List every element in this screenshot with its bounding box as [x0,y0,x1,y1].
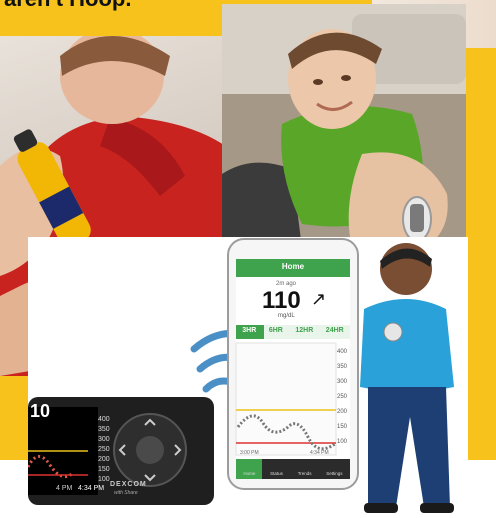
phone-range-tabs: 3HR 6HR 12HR 24HR [236,327,350,334]
phone-axis-tick: 300 [337,379,348,385]
phone-axis-tick: 250 [337,394,348,400]
receiver-axis-tick: 350 [98,426,110,433]
receiver-brand: DEXCOM [110,481,147,488]
receiver-axis-tick: 200 [98,456,110,463]
receiver-brand-sub: with Share [114,490,138,496]
nav-status[interactable]: Status [270,471,283,476]
tab-3hr[interactable]: 3HR [242,327,256,334]
phone-axis: 400 350 300 250 200 150 100 [337,345,347,450]
tab-6hr[interactable]: 6HR [269,327,283,334]
receiver-axis: 400 350 300 250 200 150 100 [98,415,110,485]
receiver-axis-tick: 150 [98,466,110,473]
child-figure [360,243,454,513]
phone-axis-tick: 200 [337,409,348,415]
dexcom-product-panel: 10 400 350 300 250 200 150 100 4 PM 4:34… [26,237,468,513]
phone-time-start: 3:00 PM [240,450,259,456]
phone-axis-tick: 400 [337,349,348,355]
phone-time-end: 4:34 PM [310,450,329,456]
receiver-axis-tick: 100 [98,476,110,483]
receiver-axis-tick: 250 [98,446,110,453]
trend-arrow-icon: ↗ [311,289,327,309]
nav-trends[interactable]: Trends [298,471,312,476]
phone-axis-tick: 350 [337,364,348,370]
phone-glucose-unit: mg/dL [278,313,295,319]
tab-12hr[interactable]: 12HR [295,327,313,334]
phone-axis-tick: 150 [337,424,348,430]
nav-settings[interactable]: Settings [326,471,342,476]
receiver-time-start: 4 PM [56,485,73,492]
phone-glucose-value: 110 [262,287,301,314]
boy-illustration [222,4,466,248]
phone-axis-tick: 100 [337,439,348,445]
phone-bottom-nav: Home Status Trends Settings [236,471,350,476]
page-title: aren't Hoop. [4,0,131,12]
receiver-reading: 10 [30,401,51,421]
photo-boy-with-sensor [222,4,466,248]
receiver-axis-tick: 400 [98,416,110,423]
receiver-axis-tick: 300 [98,436,110,443]
tab-24hr[interactable]: 24HR [326,327,344,334]
nav-home[interactable]: Home [243,471,255,476]
receiver-time-end: 4:34 PM [78,485,105,492]
phone-header-title: Home [281,262,305,271]
